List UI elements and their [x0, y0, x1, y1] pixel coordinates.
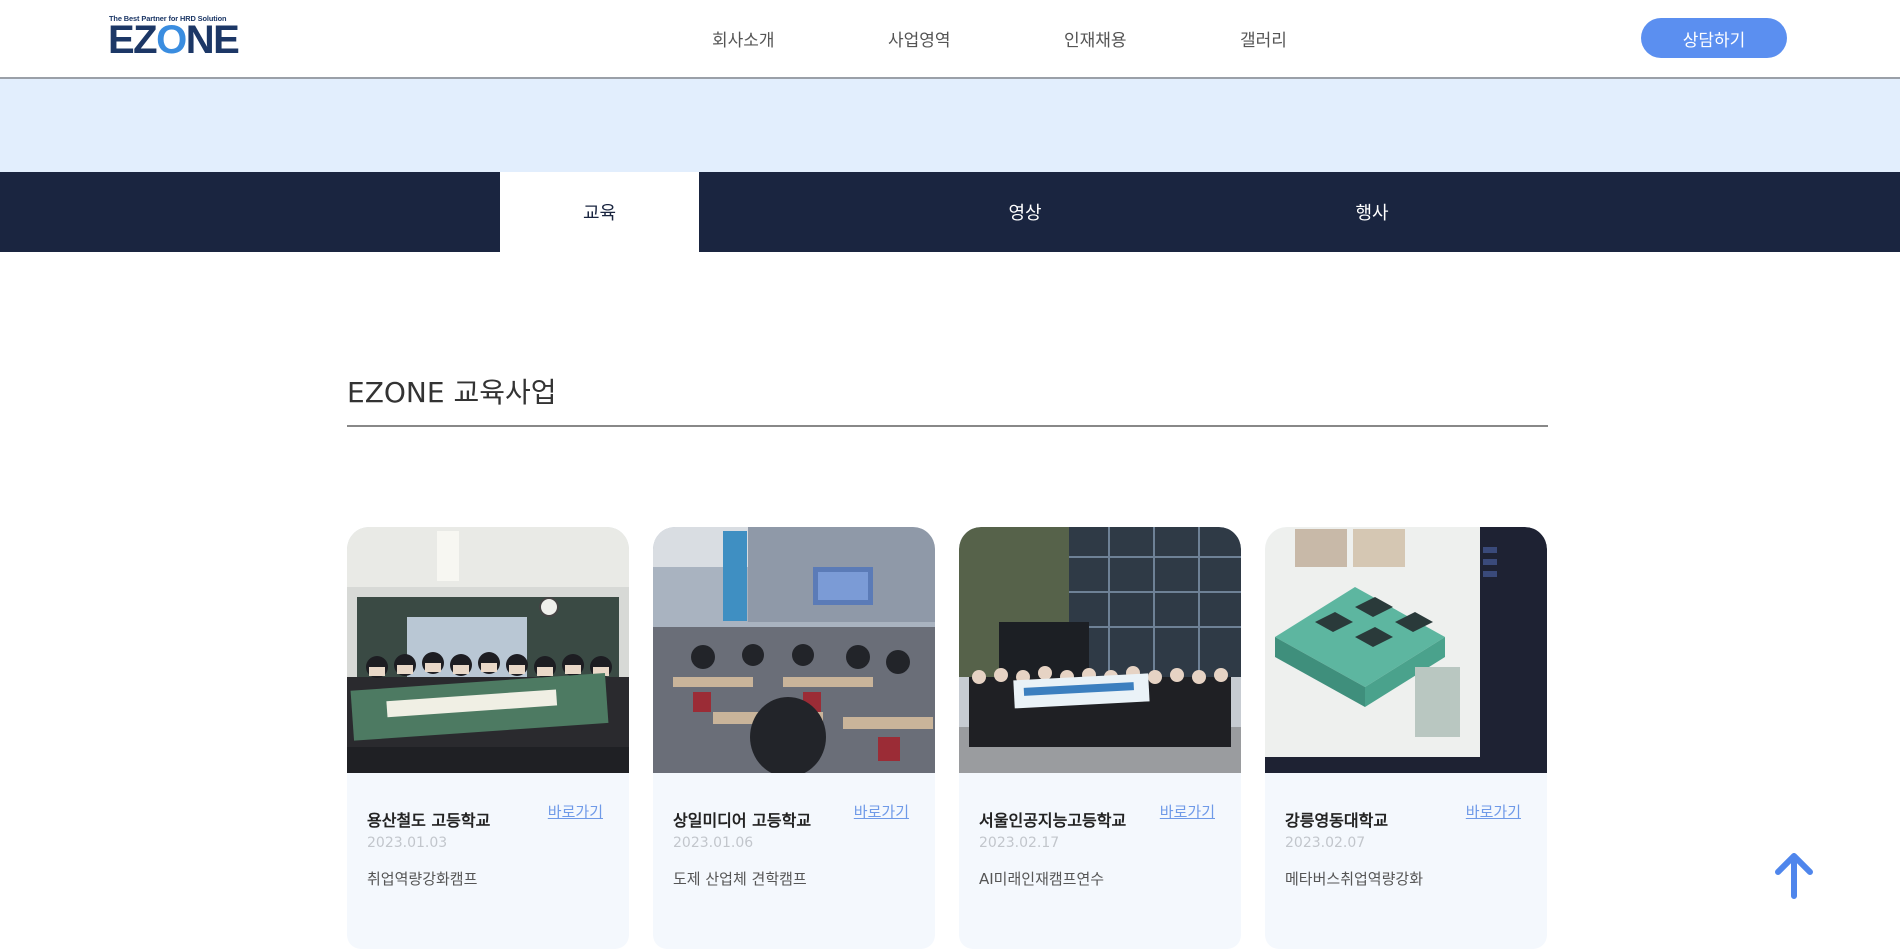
card-photo-classroom-group [347, 527, 629, 773]
card-school-name: 강릉영동대학교 [1285, 811, 1389, 830]
site-header: The Best Partner for HRD Solution EZONE … [0, 0, 1900, 79]
tab-video[interactable]: 영상 [925, 172, 1125, 252]
gallery-card[interactable]: 서울인공지능고등학교 바로가기 2023.02.17 AI미래인재캠프연수 [959, 527, 1241, 949]
gallery-card[interactable]: 상일미디어 고등학교 바로가기 2023.01.06 도제 산업체 견학캠프 [653, 527, 935, 949]
card-photo-lecture-hall [653, 527, 935, 773]
card-school-name: 용산철도 고등학교 [367, 811, 491, 830]
nav-item-gallery[interactable]: 갤러리 [1240, 26, 1287, 51]
card-date: 2023.01.03 [367, 835, 448, 851]
ezone-logo[interactable]: The Best Partner for HRD Solution EZONE [108, 14, 243, 60]
card-school-name: 서울인공지능고등학교 [979, 811, 1127, 830]
scroll-top-button[interactable] [1772, 852, 1816, 900]
card-photo-metaverse [1265, 527, 1547, 773]
gallery-card[interactable]: 용산철도 고등학교 바로가기 2023.01.03 취업역량강화캠프 [347, 527, 629, 949]
card-description: 도제 산업체 견학캠프 [673, 870, 807, 888]
card-photo-outdoor-group [959, 527, 1241, 773]
section-divider [347, 425, 1548, 427]
card-shortcut-link[interactable]: 바로가기 [1466, 801, 1521, 822]
card-date: 2023.01.06 [673, 835, 754, 851]
gallery-card[interactable]: 강릉영동대학교 바로가기 2023.02.07 메타버스취업역량강화 [1265, 527, 1547, 949]
card-shortcut-link[interactable]: 바로가기 [854, 801, 909, 822]
tab-event[interactable]: 행사 [1272, 172, 1472, 252]
card-description: 메타버스취업역량강화 [1285, 870, 1424, 888]
consult-button[interactable]: 상담하기 [1641, 18, 1787, 58]
card-school-name: 상일미디어 고등학교 [673, 811, 812, 830]
card-description: AI미래인재캠프연수 [979, 870, 1105, 888]
card-date: 2023.02.07 [1285, 835, 1366, 851]
tab-education[interactable]: 교육 [500, 172, 699, 252]
section-title: EZONE 교육사업 [347, 376, 557, 409]
card-description: 취업역량강화캠프 [367, 870, 478, 888]
nav-item-business[interactable]: 사업영역 [888, 26, 951, 51]
logo-wordmark: EZONE [108, 18, 240, 62]
arrow-up-icon [1775, 853, 1813, 899]
card-date: 2023.02.17 [979, 835, 1060, 851]
nav-item-company[interactable]: 회사소개 [712, 26, 775, 51]
card-shortcut-link[interactable]: 바로가기 [1160, 801, 1215, 822]
gallery-tab-bar: 교육 영상 행사 [0, 172, 1900, 252]
nav-item-recruit[interactable]: 인재채용 [1064, 26, 1127, 51]
card-shortcut-link[interactable]: 바로가기 [548, 801, 603, 822]
page-banner [0, 79, 1900, 172]
